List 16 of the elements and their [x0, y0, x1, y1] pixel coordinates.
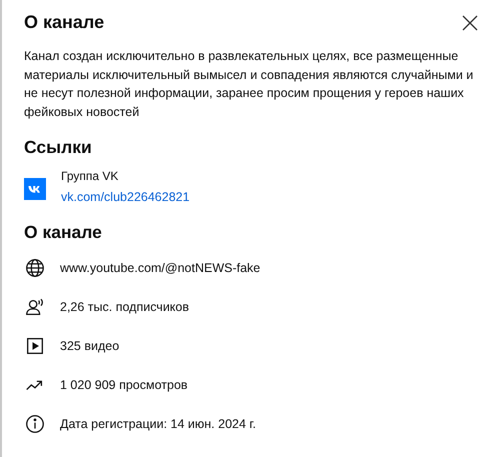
detail-text: www.youtube.com/@notNEWS-fake — [60, 261, 260, 275]
link-url[interactable]: vk.com/club226462821 — [61, 190, 190, 204]
person-icon — [24, 296, 46, 318]
channel-description: Канал создан исключительно в развлекательных целях, все размещенные материалы исключительный вымысел и совпадения являются случайными и не несут полезной информации, заранее просим прощения у героев наших фейковых новостей — [24, 48, 474, 121]
section-heading: Ссылки — [24, 137, 93, 158]
globe-icon — [24, 257, 46, 279]
info-icon — [24, 413, 46, 435]
detail-text: 325 видео — [60, 339, 120, 353]
section-heading: О канале — [24, 222, 103, 243]
detail-text: 2,26 тыс. подписчиков — [60, 300, 190, 314]
detail-text: 1 020 909 просмотров — [60, 378, 188, 392]
close-button[interactable] — [460, 12, 480, 32]
dialog-title: О канале — [24, 12, 104, 33]
play-icon — [24, 335, 46, 357]
detail-text: Дата регистрации: 14 июн. 2024 г. — [60, 417, 256, 431]
link-title: Группа VK — [61, 168, 120, 184]
